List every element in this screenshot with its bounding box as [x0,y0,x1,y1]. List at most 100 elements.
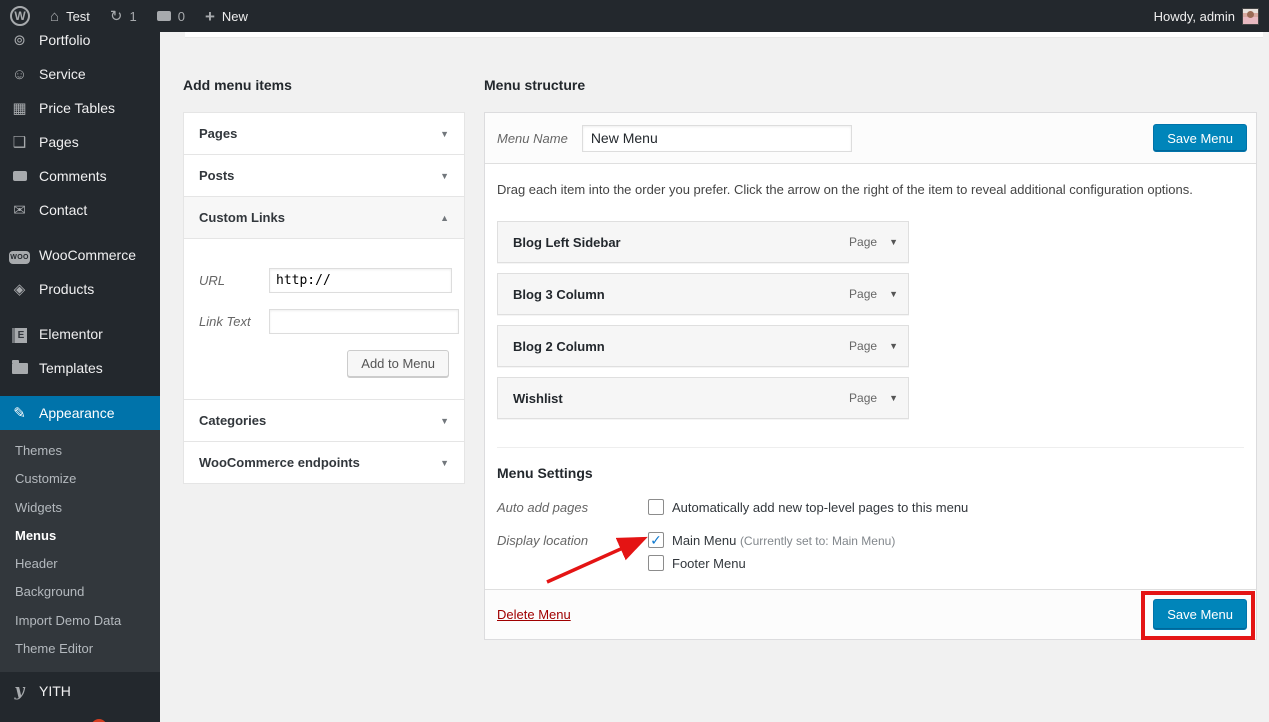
save-menu-button-bottom[interactable]: Save Menu [1153,599,1247,630]
admin-bar: W ⌂ Test ↻ 1 0 + New Howdy, admin [0,0,1269,32]
main-menu-current-note: (Currently set to: Main Menu) [740,534,895,548]
site-link[interactable]: ⌂ Test [40,0,100,32]
service-icon: ☺ [9,67,30,82]
submenu-item-themes[interactable]: Themes [0,437,160,465]
url-input[interactable] [269,268,452,293]
price-tables-icon: ▦ [9,101,30,116]
sidebar-separator [0,385,160,396]
chevron-down-icon[interactable]: ▼ [889,237,898,247]
menu-item-blog-left-sidebar[interactable]: Blog Left Sidebar Page ▼ [497,221,909,263]
comments-icon [9,169,30,184]
submenu-item-import-demo-data[interactable]: Import Demo Data [0,607,160,635]
pages-icon: ❑ [9,135,30,150]
drag-instruction-text: Drag each item into the order you prefer… [497,182,1193,197]
sidebar-item-elementor[interactable]: E Elementor [0,317,160,351]
sidebar-item-service[interactable]: ☺ Service [0,57,160,91]
admin-sidebar: ⊚ Portfolio ☺ Service ▦ Price Tables ❑ P… [0,32,160,722]
updates-link[interactable]: ↻ 1 [100,0,147,32]
updates-count: 1 [129,9,136,24]
sidebar-item-templates[interactable]: Templates [0,351,160,385]
submenu-item-menus[interactable]: Menus [0,522,160,550]
sidebar-item-price-tables[interactable]: ▦ Price Tables [0,91,160,125]
chevron-down-icon[interactable]: ▼ [889,289,898,299]
wordpress-menu-button[interactable]: W [0,0,40,32]
menu-item-wishlist[interactable]: Wishlist Page ▼ [497,377,909,419]
link-text-input[interactable] [269,309,459,334]
accordion-label: WooCommerce endpoints [199,455,360,470]
sidebar-item-contact[interactable]: ✉ Contact [0,193,160,227]
plus-icon: + [205,8,215,25]
sidebar-item-woocommerce[interactable]: WOO WooCommerce [0,238,160,272]
menu-item-type: Page [849,339,877,353]
footer-menu-spacer [497,555,648,556]
scrolled-panel-edge [185,32,1263,38]
menu-item-blog-3-column[interactable]: Blog 3 Column Page ▼ [497,273,909,315]
auto-add-pages-label: Auto add pages [497,499,648,515]
menu-settings-title: Menu Settings [497,465,593,481]
howdy-text[interactable]: Howdy, admin [1154,9,1235,24]
sidebar-item-plugins[interactable]: ⌁ Plugins [0,710,160,722]
menu-item-type: Page [849,235,877,249]
accordion-section-posts[interactable]: Posts ▼ [183,154,465,197]
submenu-item-background[interactable]: Background [0,578,160,606]
auto-add-pages-checkbox[interactable] [648,499,664,515]
submenu-item-theme-editor[interactable]: Theme Editor [0,635,160,663]
panel-footer: Delete Menu Save Menu [485,589,1256,639]
contact-icon: ✉ [9,203,30,218]
accordion-section-categories[interactable]: Categories ▼ [183,399,465,442]
accordion-label: Posts [199,168,234,183]
chevron-down-icon[interactable]: ▼ [889,393,898,403]
sidebar-item-portfolio[interactable]: ⊚ Portfolio [0,32,160,57]
content-area: Add menu items Menu structure Pages ▼ Po… [160,32,1269,722]
templates-icon [9,360,30,377]
delete-menu-link[interactable]: Delete Menu [497,607,571,622]
woocommerce-icon: WOO [9,247,30,264]
comments-link[interactable]: 0 [147,0,195,32]
sidebar-item-appearance[interactable]: ✎ Appearance [0,396,160,430]
main-menu-checkbox[interactable] [648,532,664,548]
sidebar-item-pages[interactable]: ❑ Pages [0,125,160,159]
chevron-down-icon[interactable]: ▼ [440,129,449,139]
chevron-down-icon[interactable]: ▼ [440,171,449,181]
chevron-down-icon[interactable]: ▼ [440,416,449,426]
chevron-down-icon[interactable]: ▼ [889,341,898,351]
add-menu-items-panel: Pages ▼ Posts ▼ Custom Links ▲ URL Link … [183,112,465,484]
menu-item-blog-2-column[interactable]: Blog 2 Column Page ▼ [497,325,909,367]
sidebar-item-label: Portfolio [39,32,90,48]
save-menu-button-top[interactable]: Save Menu [1153,124,1247,152]
submenu-item-customize[interactable]: Customize [0,465,160,493]
footer-menu-row: Footer Menu [497,555,1244,571]
submenu-item-widgets[interactable]: Widgets [0,494,160,522]
sidebar-separator [0,227,160,238]
portfolio-icon: ⊚ [9,33,30,48]
chevron-down-icon[interactable]: ▼ [440,458,449,468]
menu-item-type: Page [849,391,877,405]
footer-menu-label: Footer Menu [672,555,746,571]
footer-menu-checkbox[interactable] [648,555,664,571]
sidebar-item-label: YITH [39,683,71,699]
menu-name-input[interactable] [582,125,852,152]
sidebar-item-products[interactable]: ◈ Products [0,272,160,306]
sidebar-item-label: Products [39,281,94,297]
accordion-section-woocommerce-endpoints[interactable]: WooCommerce endpoints ▼ [183,441,465,484]
sidebar-item-label: WooCommerce [39,247,136,263]
wordpress-logo-icon: W [10,6,30,26]
elementor-icon: E [9,326,30,343]
comments-icon [157,11,171,21]
sidebar-item-comments[interactable]: Comments [0,159,160,193]
chevron-up-icon[interactable]: ▲ [440,213,449,223]
submenu-item-header[interactable]: Header [0,550,160,578]
menu-structure-title: Menu structure [484,77,585,93]
new-content-button[interactable]: + New [195,0,258,32]
add-to-menu-button[interactable]: Add to Menu [347,350,449,377]
link-text-label: Link Text [199,314,269,329]
accordion-section-custom-links[interactable]: Custom Links ▲ [183,196,465,239]
sidebar-item-yith[interactable]: y YITH [0,672,160,710]
updates-icon: ↻ [110,9,123,24]
menu-item-type: Page [849,287,877,301]
accordion-label: Categories [199,413,266,428]
sidebar-item-label: Price Tables [39,100,115,116]
accordion-section-pages[interactable]: Pages ▼ [183,112,465,155]
sidebar-item-label: Comments [39,168,107,184]
avatar[interactable] [1242,8,1259,25]
